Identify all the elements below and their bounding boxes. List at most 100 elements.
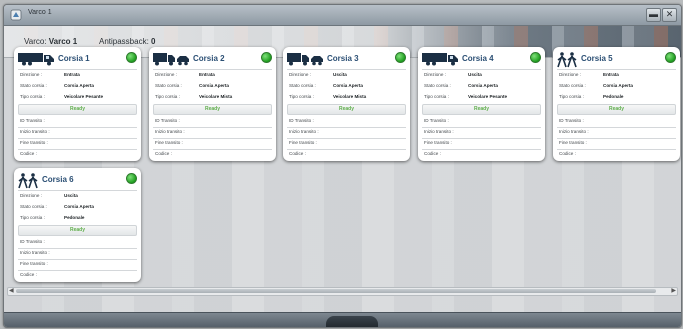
- stato-row: Stato corsia : Corsia Aperta: [559, 83, 676, 93]
- divider: [557, 149, 676, 150]
- divider: [153, 149, 272, 150]
- tipo-row: Tipo corsia : Veicolare Mista: [155, 94, 272, 104]
- codice-label: Codice :: [20, 272, 37, 277]
- minimize-button[interactable]: ▬: [646, 8, 661, 22]
- tipo-row: Tipo corsia : Pedonale: [559, 94, 676, 104]
- lane-card-header: Corsia 5: [553, 47, 680, 69]
- codice-label: Codice :: [20, 151, 37, 156]
- status-badge: Ready: [18, 104, 137, 115]
- inizio-transito-label: Inizio transito :: [20, 129, 50, 134]
- id-transito-label: ID Transito :: [20, 239, 45, 244]
- bottom-panel-tab[interactable]: [326, 316, 378, 327]
- codice-label: Codice :: [559, 151, 576, 156]
- stato-value: Corsia Aperta: [199, 83, 229, 88]
- codice-row: Codice :: [20, 151, 137, 161]
- divider: [18, 149, 137, 150]
- stato-label: Stato corsia :: [424, 83, 451, 88]
- lane-card[interactable]: Corsia 1 Direzione : Entrata Stato corsi…: [14, 47, 141, 161]
- direzione-label: Direzione :: [424, 72, 446, 77]
- status-led-icon: [665, 52, 676, 63]
- lane-card[interactable]: Corsia 5 Direzione : Entrata Stato corsi…: [553, 47, 680, 161]
- stato-row: Stato corsia : Corsia Aperta: [155, 83, 272, 93]
- tipo-label: Tipo corsia :: [20, 94, 45, 99]
- close-button[interactable]: ✕: [662, 8, 677, 22]
- codice-row: Codice :: [424, 151, 541, 161]
- lane-card-header: Corsia 4: [418, 47, 545, 69]
- direzione-value: Entrata: [199, 72, 215, 77]
- stato-value: Corsia Aperta: [64, 204, 94, 209]
- direzione-value: Entrata: [603, 72, 619, 77]
- direzione-value: Uscita: [333, 72, 347, 77]
- divider: [18, 138, 137, 139]
- id-transito-label: ID Transito :: [155, 118, 180, 123]
- direzione-label: Direzione :: [20, 72, 42, 77]
- scroll-left-icon[interactable]: ◀: [9, 287, 14, 294]
- id-transito-label: ID Transito :: [559, 118, 584, 123]
- scrollbar-thumb[interactable]: [16, 289, 656, 293]
- app-icon: [10, 9, 22, 21]
- direzione-row: Direzione : Entrata: [20, 72, 137, 82]
- lane-card-header: Corsia 2: [149, 47, 276, 69]
- window-title: Varco 1: [28, 9, 52, 16]
- stato-label: Stato corsia :: [155, 83, 182, 88]
- tipo-row: Tipo corsia : Veicolare Pesante: [424, 94, 541, 104]
- horizontal-scrollbar[interactable]: ◀ ▶: [7, 287, 678, 296]
- inizio-transito-label: Inizio transito :: [289, 129, 319, 134]
- lane-card[interactable]: Corsia 3 Direzione : Uscita Stato corsia…: [283, 47, 410, 161]
- stato-label: Stato corsia :: [20, 204, 47, 209]
- lane-card[interactable]: Corsia 6 Direzione : Uscita Stato corsia…: [14, 168, 141, 282]
- codice-label: Codice :: [424, 151, 441, 156]
- stato-row: Stato corsia : Corsia Aperta: [289, 83, 406, 93]
- lane-name: Corsia 3: [327, 54, 359, 63]
- stato-value: Corsia Aperta: [64, 83, 94, 88]
- tipo-label: Tipo corsia :: [155, 94, 180, 99]
- divider: [422, 138, 541, 139]
- divider: [18, 270, 137, 271]
- inizio-transito-label: Inizio transito :: [424, 129, 454, 134]
- status-led-icon: [126, 52, 137, 63]
- direzione-value: Entrata: [64, 72, 80, 77]
- antipassback-info: Antipassback: 0: [99, 37, 156, 46]
- direzione-row: Direzione : Entrata: [155, 72, 272, 82]
- codice-row: Codice :: [559, 151, 676, 161]
- id-transito-label: ID Transito :: [289, 118, 314, 123]
- codice-label: Codice :: [155, 151, 172, 156]
- stato-row: Stato corsia : Corsia Aperta: [20, 204, 137, 214]
- direzione-value: Uscita: [468, 72, 482, 77]
- fine-transito-label: Fine transito :: [559, 140, 587, 145]
- status-badge: Ready: [18, 225, 137, 236]
- tipo-label: Tipo corsia :: [20, 215, 45, 220]
- tipo-row: Tipo corsia : Pedonale: [20, 215, 137, 225]
- direzione-row: Direzione : Uscita: [289, 72, 406, 82]
- fine-transito-label: Fine transito :: [424, 140, 452, 145]
- divider: [557, 69, 676, 70]
- antipassback-value: 0: [151, 37, 156, 46]
- minimize-icon: ▬: [649, 9, 658, 19]
- id-transito-label: ID Transito :: [20, 118, 45, 123]
- divider: [18, 248, 137, 249]
- id-transito-label: ID Transito :: [424, 118, 449, 123]
- antipassback-label: Antipassback:: [99, 37, 149, 46]
- lane-card[interactable]: Corsia 2 Direzione : Entrata Stato corsi…: [149, 47, 276, 161]
- lanes-panel: Varco: Varco 1 Antipassback: 0 Corsia 1 …: [4, 26, 681, 313]
- status-led-icon: [261, 52, 272, 63]
- tipo-value: Pedonale: [64, 215, 85, 220]
- divider: [287, 138, 406, 139]
- stato-value: Corsia Aperta: [603, 83, 633, 88]
- close-icon: ✕: [665, 9, 674, 19]
- tipo-value: Veicolare Mista: [199, 94, 233, 99]
- scroll-right-icon[interactable]: ▶: [671, 287, 676, 294]
- stato-value: Corsia Aperta: [468, 83, 498, 88]
- lane-card[interactable]: Corsia 4 Direzione : Uscita Stato corsia…: [418, 47, 545, 161]
- fine-transito-label: Fine transito :: [155, 140, 183, 145]
- stato-label: Stato corsia :: [20, 83, 47, 88]
- varco-value: Varco 1: [48, 37, 78, 46]
- direzione-label: Direzione :: [559, 72, 581, 77]
- tipo-label: Tipo corsia :: [289, 94, 314, 99]
- bottom-bar: [4, 312, 681, 327]
- lane-card-header: Corsia 3: [283, 47, 410, 69]
- codice-row: Codice :: [289, 151, 406, 161]
- divider: [287, 69, 406, 70]
- lane-name: Corsia 6: [42, 175, 74, 184]
- direzione-row: Direzione : Uscita: [424, 72, 541, 82]
